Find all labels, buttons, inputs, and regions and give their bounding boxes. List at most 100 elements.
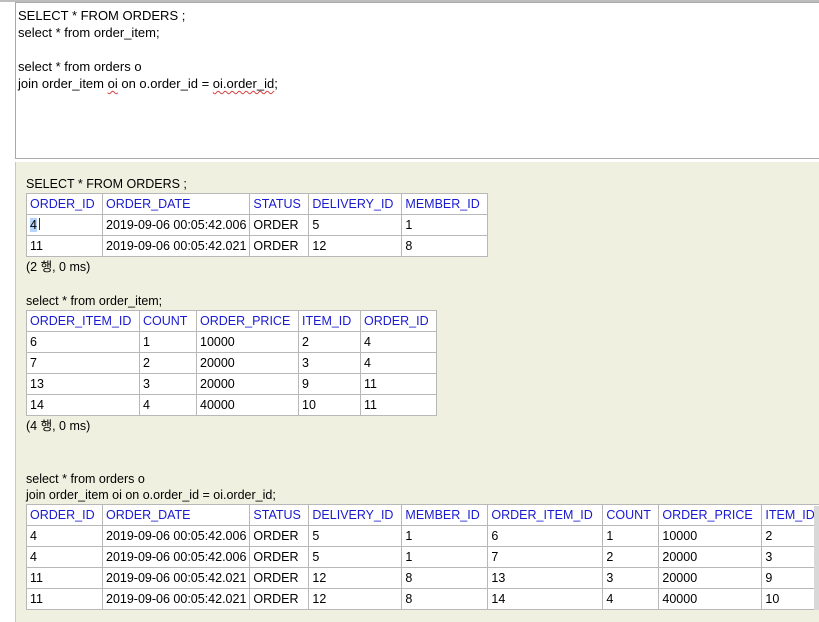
table-cell[interactable]: 13 <box>488 568 603 589</box>
selected-cell-value: 4 <box>30 218 37 232</box>
column-header[interactable]: ORDER_ITEM_ID <box>27 311 140 332</box>
table-cell[interactable]: 2019-09-06 00:05:42.006 <box>103 215 250 236</box>
table-cell[interactable]: 2 <box>762 526 819 547</box>
table-cell[interactable]: 20000 <box>197 374 299 395</box>
table-cell[interactable]: 14 <box>27 395 140 416</box>
column-header[interactable]: ORDER_PRICE <box>197 311 299 332</box>
table-cell[interactable]: ORDER <box>250 236 309 257</box>
column-header[interactable]: MEMBER_ID <box>402 505 488 526</box>
table-cell[interactable]: 12 <box>309 236 402 257</box>
column-header[interactable]: STATUS <box>250 194 309 215</box>
table-cell[interactable]: 2019-09-06 00:05:42.021 <box>103 568 250 589</box>
column-header[interactable]: COUNT <box>140 311 197 332</box>
table-cell[interactable]: 12 <box>309 568 402 589</box>
table-cell[interactable]: 5 <box>309 526 402 547</box>
table-cell[interactable]: 9 <box>762 568 819 589</box>
result-query-text: join order_item oi on o.order_id = oi.or… <box>26 487 819 503</box>
table-cell[interactable]: 20000 <box>197 353 299 374</box>
column-header[interactable]: ORDER_DATE <box>103 505 250 526</box>
table-cell[interactable]: 6 <box>488 526 603 547</box>
table-cell[interactable]: 10 <box>299 395 361 416</box>
table-cell[interactable]: 4 <box>27 547 103 568</box>
column-header[interactable]: DELIVERY_ID <box>309 505 402 526</box>
table-cell[interactable]: 1 <box>402 526 488 547</box>
column-header[interactable]: ORDER_DATE <box>103 194 250 215</box>
table-cell[interactable]: 40000 <box>197 395 299 416</box>
result-summary: (4 행, 0 ms) <box>26 417 437 435</box>
table-cell[interactable]: 1 <box>402 547 488 568</box>
sql-editor[interactable]: SELECT * FROM ORDERS ; select * from ord… <box>15 2 819 159</box>
table-cell[interactable]: 7 <box>488 547 603 568</box>
table-cell[interactable]: 20000 <box>659 568 762 589</box>
table-cell[interactable]: 3 <box>299 353 361 374</box>
table-row: 14 4 40000 10 11 <box>27 395 437 416</box>
table-cell[interactable]: 11 <box>361 395 437 416</box>
table-cell[interactable]: 1 <box>603 526 659 547</box>
column-header[interactable]: ORDER_ID <box>27 194 103 215</box>
column-header[interactable]: ORDER_ITEM_ID <box>488 505 603 526</box>
editor-line[interactable]: select * from order_item; <box>18 24 819 41</box>
result-table: ORDER_ITEM_ID COUNT ORDER_PRICE ITEM_ID … <box>26 310 437 416</box>
column-header[interactable]: DELIVERY_ID <box>309 194 402 215</box>
column-header[interactable]: MEMBER_ID <box>402 194 488 215</box>
table-cell[interactable]: ORDER <box>250 589 309 610</box>
table-cell[interactable]: 4 <box>361 353 437 374</box>
table-cell[interactable]: 10 <box>762 589 819 610</box>
table-cell[interactable]: 1 <box>140 332 197 353</box>
column-header[interactable]: ORDER_ID <box>361 311 437 332</box>
column-header[interactable]: ORDER_PRICE <box>659 505 762 526</box>
table-cell[interactable]: 2019-09-06 00:05:42.006 <box>103 526 250 547</box>
table-cell[interactable]: 11 <box>361 374 437 395</box>
column-header[interactable]: COUNT <box>603 505 659 526</box>
table-cell[interactable]: 3 <box>603 568 659 589</box>
result-table: ORDER_ID ORDER_DATE STATUS DELIVERY_ID M… <box>26 193 488 257</box>
table-cell[interactable]: 8 <box>402 568 488 589</box>
table-cell[interactable]: ORDER <box>250 547 309 568</box>
table-cell[interactable]: 8 <box>402 236 488 257</box>
table-cell[interactable]: 20000 <box>659 547 762 568</box>
table-cell[interactable]: 2019-09-06 00:05:42.006 <box>103 547 250 568</box>
table-cell[interactable]: ORDER <box>250 215 309 236</box>
table-cell[interactable]: 4 <box>361 332 437 353</box>
column-header[interactable]: ORDER_ID <box>27 505 103 526</box>
table-cell[interactable]: 5 <box>309 215 402 236</box>
table-cell[interactable]: 8 <box>402 589 488 610</box>
table-cell[interactable]: 3 <box>140 374 197 395</box>
table-cell[interactable]: 7 <box>27 353 140 374</box>
table-cell[interactable]: ORDER <box>250 568 309 589</box>
table-cell[interactable]: 40000 <box>659 589 762 610</box>
editor-line[interactable]: SELECT * FROM ORDERS ; <box>18 7 819 24</box>
table-cell[interactable]: 2 <box>140 353 197 374</box>
column-header[interactable]: STATUS <box>250 505 309 526</box>
editor-line[interactable]: select * from orders o <box>18 58 819 75</box>
table-cell[interactable]: 2 <box>299 332 361 353</box>
table-cell[interactable]: 9 <box>299 374 361 395</box>
table-cell[interactable]: 4 <box>140 395 197 416</box>
table-cell[interactable]: 4 <box>603 589 659 610</box>
table-cell[interactable]: 11 <box>27 589 103 610</box>
table-cell[interactable]: 14 <box>488 589 603 610</box>
result-query-text: select * from order_item; <box>26 293 437 309</box>
table-cell[interactable]: 2019-09-06 00:05:42.021 <box>103 589 250 610</box>
editor-line[interactable]: join order_item oi on o.order_id = oi.or… <box>18 75 819 92</box>
table-cell[interactable]: ORDER <box>250 526 309 547</box>
scrollbar-edge[interactable] <box>814 506 819 610</box>
table-cell[interactable]: 2 <box>603 547 659 568</box>
table-cell[interactable]: 4 <box>27 526 103 547</box>
column-header[interactable]: ITEM_ID <box>299 311 361 332</box>
column-header[interactable]: ITEM_ID <box>762 505 819 526</box>
table-cell[interactable]: 11 <box>27 568 103 589</box>
table-cell[interactable]: 11 <box>27 236 103 257</box>
table-cell[interactable]: 10000 <box>659 526 762 547</box>
table-row: 6 1 10000 2 4 <box>27 332 437 353</box>
table-cell[interactable]: 13 <box>27 374 140 395</box>
table-cell[interactable]: 6 <box>27 332 140 353</box>
table-cell[interactable]: 10000 <box>197 332 299 353</box>
table-cell[interactable]: 2019-09-06 00:05:42.021 <box>103 236 250 257</box>
table-cell[interactable]: 12 <box>309 589 402 610</box>
table-cell[interactable]: 3 <box>762 547 819 568</box>
editor-line[interactable] <box>18 41 819 58</box>
table-cell[interactable]: 5 <box>309 547 402 568</box>
table-cell[interactable]: 1 <box>402 215 488 236</box>
table-cell[interactable]: 4 <box>27 215 103 236</box>
